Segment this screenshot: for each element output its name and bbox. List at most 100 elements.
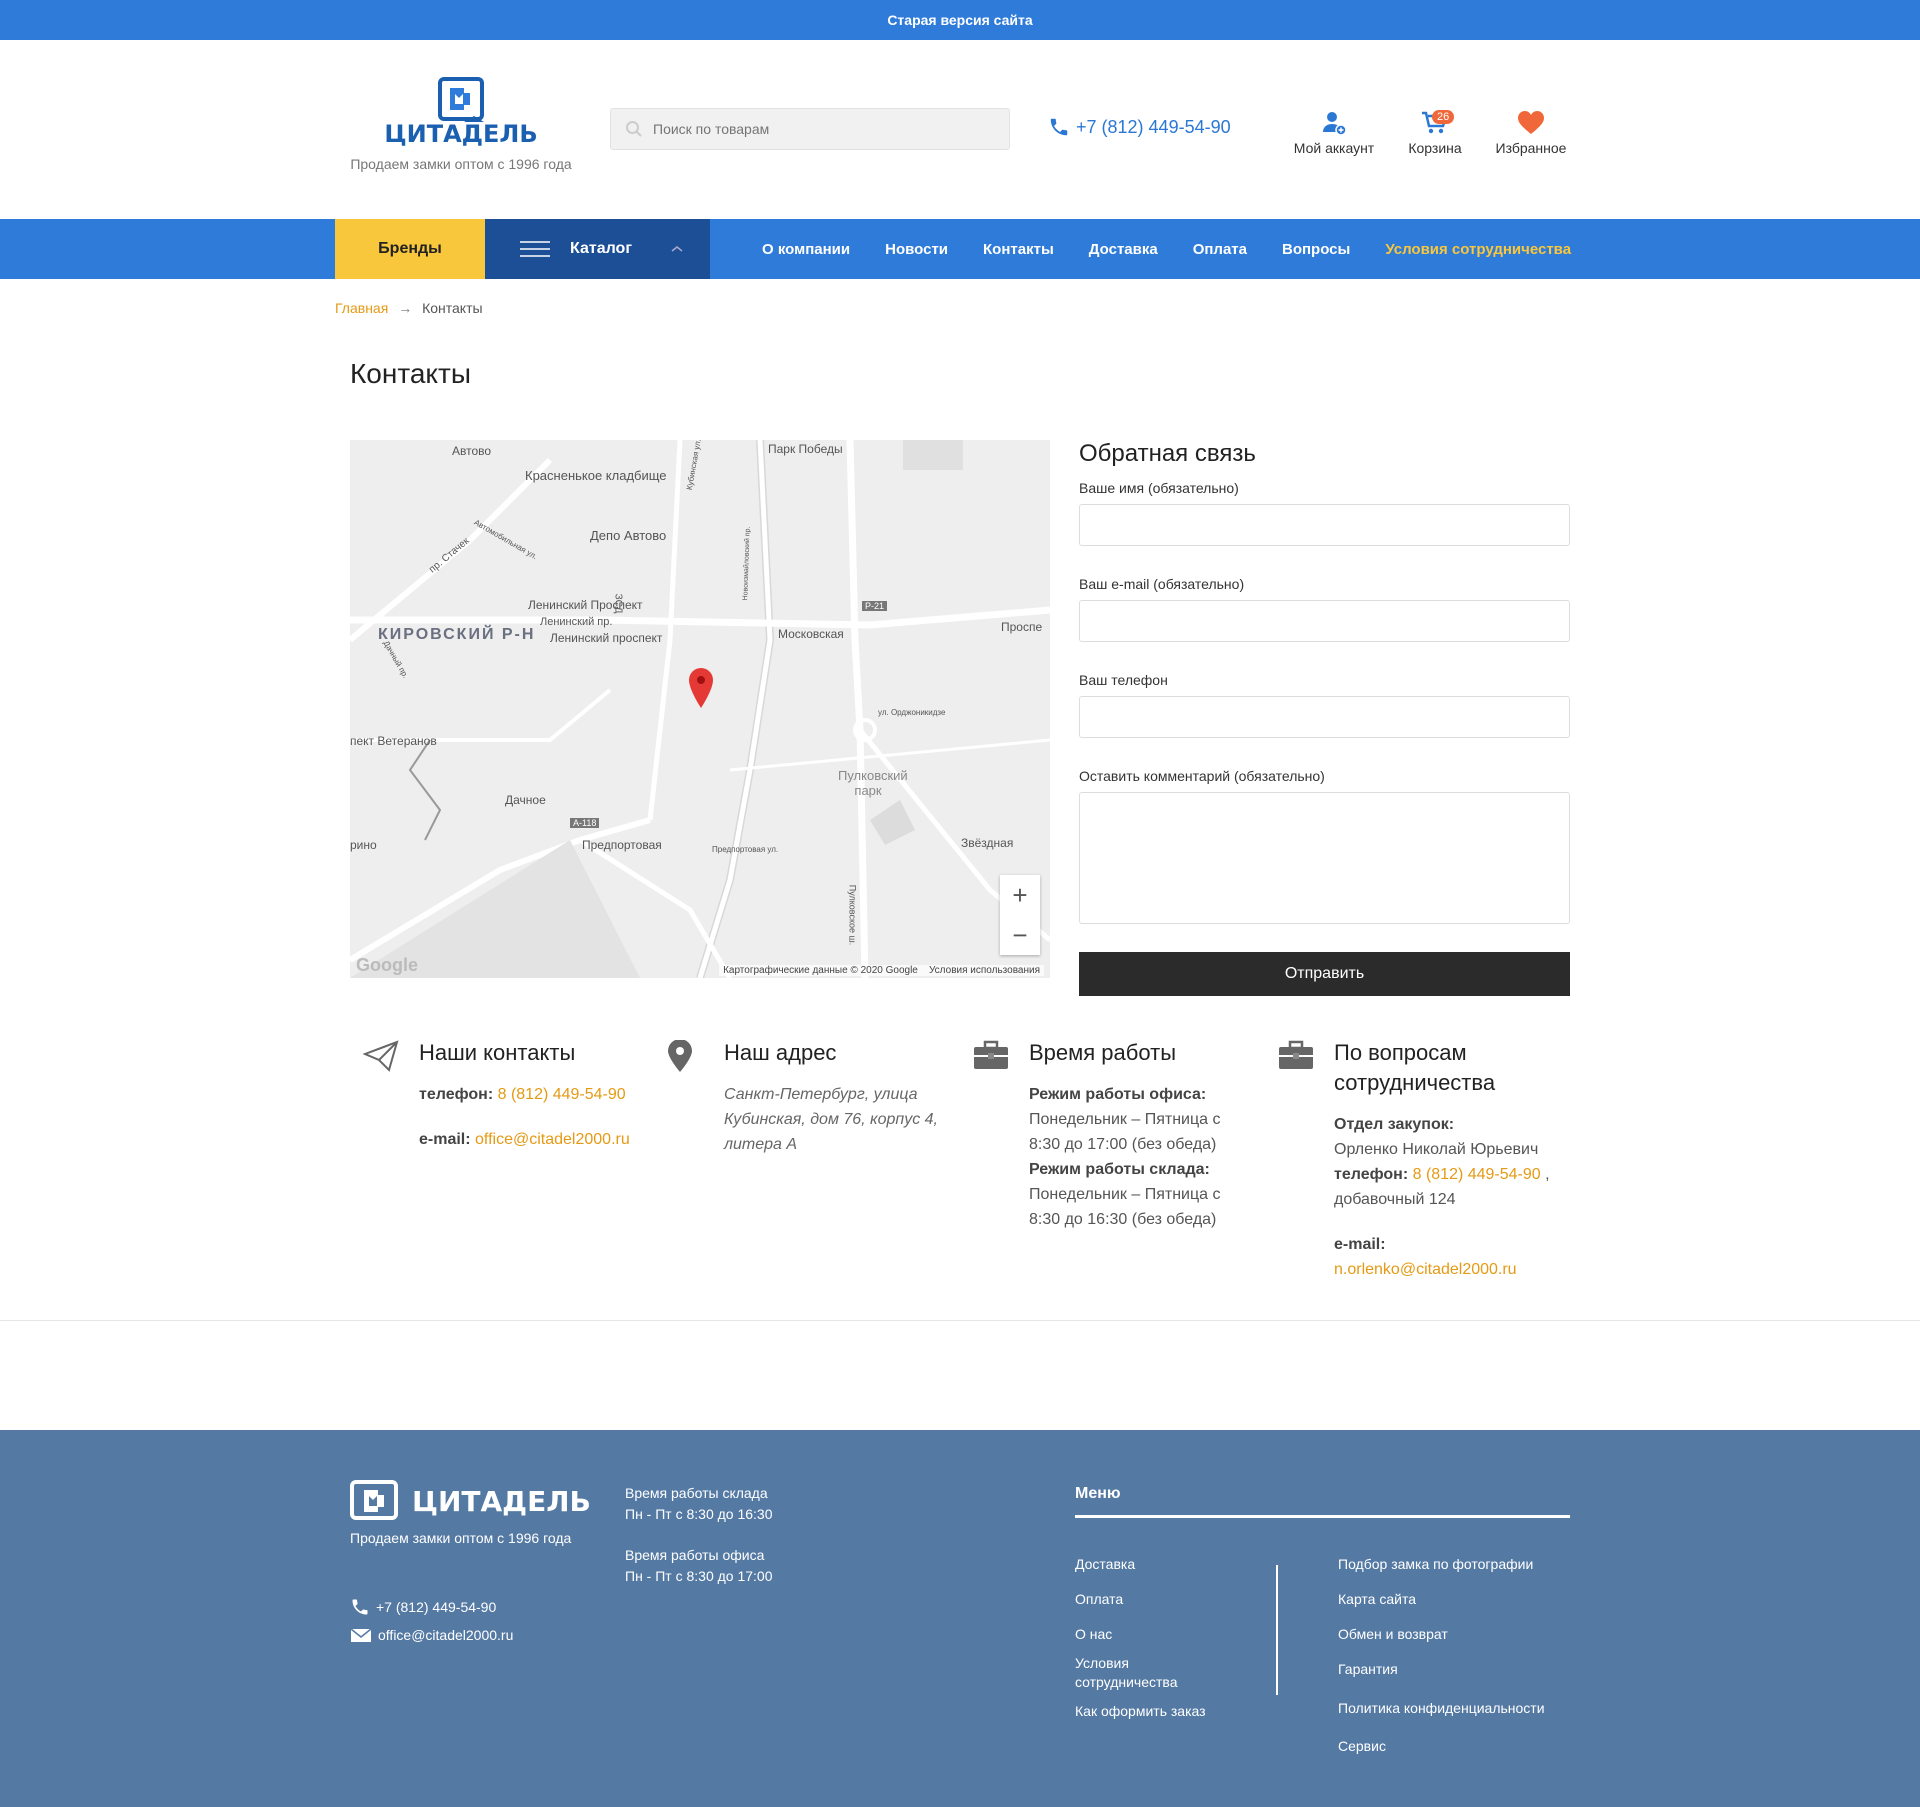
phone-field[interactable]: [1079, 696, 1570, 738]
dept-person: Орленко Николай Юрьевич: [1334, 1141, 1539, 1158]
map-label: А-118: [570, 818, 600, 828]
footer-tagline: Продаем замки оптом с 1996 года: [350, 1530, 572, 1546]
map-label: Депо Автово: [590, 528, 667, 543]
map-label: Красненькое кладбище: [525, 468, 667, 483]
tagline: Продаем замки оптом с 1996 года: [350, 156, 572, 172]
warehouse-hours-text: Понедельник – Пятница с 8:30 до 16:30 (б…: [1029, 1186, 1221, 1228]
map-label: ЗСД: [612, 593, 624, 614]
map-label: ул. Орджоникидзе: [878, 708, 946, 717]
briefcase-icon: [1279, 1040, 1313, 1069]
footer-link-service[interactable]: Сервис: [1338, 1729, 1570, 1764]
zoom-in-button[interactable]: +: [1012, 880, 1027, 911]
location-pin-icon: [668, 1040, 692, 1072]
warehouse-hours-label: Режим работы склада:: [1029, 1161, 1210, 1178]
map[interactable]: Автово Красненькое кладбище Парк Победы …: [350, 440, 1050, 978]
brands-button[interactable]: Бренды: [335, 219, 485, 279]
nav-item-about[interactable]: О компании: [762, 241, 850, 258]
hamburger-icon: [520, 241, 550, 257]
name-label: Ваше имя (обязательно): [1079, 480, 1239, 496]
contacts-phone-label: телефон:: [419, 1086, 494, 1103]
map-label: Парк Победы: [768, 442, 843, 456]
footer-menu-left: Доставка Оплата О нас Условия сотрудниче…: [1075, 1547, 1235, 1729]
map-terms-link[interactable]: Условия использования: [929, 965, 1040, 976]
breadcrumb: Главная → Контакты: [335, 300, 483, 316]
chevron-up-icon: [671, 246, 683, 252]
footer-logo[interactable]: ЦИТАДЕЛЬ: [350, 1480, 591, 1522]
footer-warehouse-title: Время работы склада: [625, 1485, 768, 1501]
map-label: Дачное: [505, 793, 546, 807]
nav-item-delivery[interactable]: Доставка: [1089, 241, 1158, 258]
name-field[interactable]: [1079, 504, 1570, 546]
cooperation-email-link[interactable]: n.orlenko@citadel2000.ru: [1334, 1257, 1570, 1282]
contacts-email-link[interactable]: office@citadel2000.ru: [475, 1131, 630, 1148]
map-label: Московская: [778, 627, 844, 641]
cooperation-phone-label: телефон:: [1334, 1166, 1409, 1183]
footer-link-returns[interactable]: Обмен и возврат: [1338, 1617, 1570, 1652]
logo[interactable]: ЦИТАДЕЛЬ Продаем замки оптом с 1996 года: [336, 76, 586, 172]
breadcrumb-home[interactable]: Главная: [335, 300, 388, 316]
footer-link-cooperation[interactable]: Условия сотрудничества: [1075, 1652, 1235, 1694]
map-zoom-controls: + −: [1000, 875, 1040, 955]
nav-item-cooperation[interactable]: Условия сотрудничества: [1385, 241, 1571, 258]
map-label: Автово: [452, 444, 492, 458]
header-phone[interactable]: +7 (812) 449-54-90: [1048, 116, 1231, 138]
catalog-button[interactable]: Каталог: [485, 219, 710, 279]
account-button[interactable]: Мой аккаунт: [1289, 110, 1379, 156]
address-text: Санкт-Петербург, улица Кубинская, дом 76…: [724, 1086, 938, 1153]
cart-button[interactable]: 26 Корзина: [1400, 110, 1470, 156]
map-label: Ленинский проспект: [550, 631, 663, 645]
email-field[interactable]: [1079, 600, 1570, 642]
footer-phone-text: +7 (812) 449-54-90: [376, 1599, 497, 1615]
divider: [0, 1320, 1920, 1321]
contacts-email-label: e-mail:: [419, 1131, 471, 1148]
phone-label: Ваш телефон: [1079, 672, 1168, 688]
phone-icon: [1050, 118, 1068, 136]
submit-button[interactable]: Отправить: [1079, 952, 1570, 996]
footer-menu-title: Меню: [1075, 1485, 1570, 1518]
hours-title: Время работы: [1029, 1040, 1177, 1065]
map-label: Ленинский пр.: [540, 616, 613, 628]
comment-field[interactable]: [1079, 792, 1570, 924]
nav-item-news[interactable]: Новости: [885, 241, 948, 258]
footer-email-text: office@citadel2000.ru: [378, 1627, 514, 1643]
search-input[interactable]: [653, 121, 993, 137]
nav-item-payment[interactable]: Оплата: [1193, 241, 1247, 258]
form-title: Обратная связь: [1079, 440, 1256, 467]
comment-label: Оставить комментарий (обязательно): [1079, 768, 1325, 784]
page-title: Контакты: [350, 358, 471, 389]
google-logo: Google: [356, 955, 418, 975]
footer-link-payment[interactable]: Оплата: [1075, 1582, 1235, 1617]
map-label: Пулковское ш.: [847, 884, 858, 946]
old-site-link[interactable]: Старая версия сайта: [0, 0, 1920, 40]
email-label: Ваш e-mail (обязательно): [1079, 576, 1245, 592]
address-title: Наш адрес: [724, 1040, 837, 1065]
nav-menu: О компании Новости Контакты Доставка Опл…: [762, 219, 1571, 279]
cooperation-email-label: e-mail:: [1334, 1236, 1386, 1253]
cooperation-phone-link[interactable]: 8 (812) 449-54-90: [1413, 1166, 1541, 1183]
user-add-icon: [1323, 112, 1347, 136]
footer-link-photo-match[interactable]: Подбор замка по фотографии: [1338, 1547, 1570, 1582]
map-label: Предпортовая ул.: [712, 845, 779, 854]
footer-link-privacy[interactable]: Политика конфиденциальности: [1338, 1687, 1570, 1729]
search-box[interactable]: [610, 108, 1010, 150]
feedback-form: Обратная связь Ваше имя (обязательно) Ва…: [1079, 440, 1570, 996]
map-label: пект Ветеранов: [350, 734, 437, 748]
footer-hours: Время работы склада Пн - Пт с 8:30 до 16…: [625, 1483, 773, 1587]
contacts-phone-link[interactable]: 8 (812) 449-54-90: [498, 1086, 626, 1103]
header: ЦИТАДЕЛЬ Продаем замки оптом с 1996 года…: [0, 40, 1920, 219]
favorites-button[interactable]: Избранное: [1490, 110, 1572, 156]
zoom-out-button[interactable]: −: [1012, 920, 1027, 951]
footer-menu-divider: [1276, 1565, 1278, 1695]
map-copyright: Картографические данные © 2020 Google: [723, 965, 918, 976]
nav-item-contacts[interactable]: Контакты: [983, 241, 1054, 258]
footer-link-delivery[interactable]: Доставка: [1075, 1547, 1235, 1582]
footer-phone[interactable]: +7 (812) 449-54-90: [350, 1597, 496, 1617]
footer-link-how-to-order[interactable]: Как оформить заказ: [1075, 1694, 1235, 1729]
breadcrumb-current: Контакты: [422, 300, 483, 316]
footer-link-warranty[interactable]: Гарантия: [1338, 1652, 1570, 1687]
cart-count-badge: 26: [1432, 110, 1455, 124]
footer-link-sitemap[interactable]: Карта сайта: [1338, 1582, 1570, 1617]
nav-item-faq[interactable]: Вопросы: [1282, 241, 1350, 258]
footer-link-about[interactable]: О нас: [1075, 1617, 1235, 1652]
footer-email[interactable]: office@citadel2000.ru: [350, 1627, 513, 1643]
